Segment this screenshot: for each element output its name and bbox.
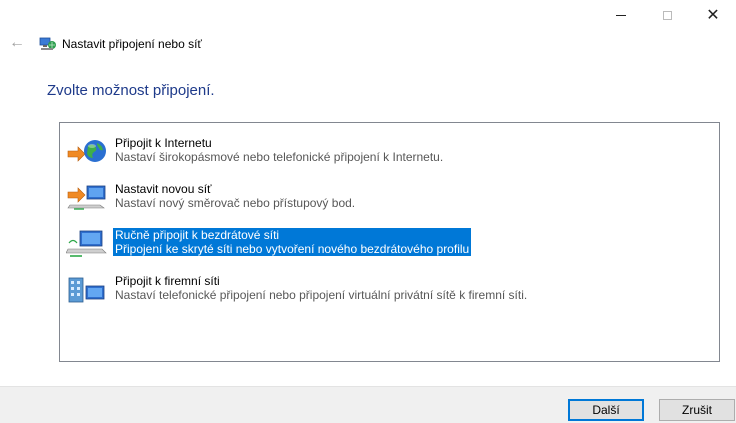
maximize-button[interactable] <box>644 0 690 30</box>
minimize-button[interactable] <box>598 0 644 30</box>
router-setup-icon <box>67 185 106 210</box>
back-arrow-icon: ← <box>9 34 25 51</box>
network-setup-icon <box>39 37 56 50</box>
globe-connection-icon <box>67 140 106 162</box>
window-title: Nastavit připojení nebo síť <box>62 37 202 51</box>
option-title: Ručně připojit k bezdrátové síti <box>115 228 280 242</box>
footer-bar: Další Zrušit <box>0 386 736 423</box>
option-description: Nastaví nový směrovač nebo přístupový bo… <box>115 196 356 210</box>
option-description: Nastaví širokopásmové nebo telefonické p… <box>115 150 444 164</box>
option-title: Nastavit novou síť <box>115 182 212 196</box>
navigation-bar: ← Nastavit připojení nebo síť <box>0 30 736 58</box>
option-title: Připojit k Internetu <box>115 136 212 150</box>
option-text: Ručně připojit k bezdrátové síti Připoje… <box>113 228 472 256</box>
next-button[interactable]: Další <box>568 399 644 421</box>
back-button[interactable]: ← <box>6 32 28 54</box>
option-text: Připojit k firemní síti Nastaví telefoni… <box>113 274 529 302</box>
option-text: Připojit k Internetu Nastaví širokopásmo… <box>113 136 445 164</box>
connection-options-list[interactable]: Připojit k Internetu Nastaví širokopásmo… <box>59 122 720 362</box>
option-manual-wireless[interactable]: Ručně připojit k bezdrátové síti Připoje… <box>64 227 714 261</box>
title-bar: ✕ <box>0 0 736 30</box>
option-description: Nastaví telefonické připojení nebo připo… <box>115 288 528 302</box>
maximize-icon <box>662 10 672 20</box>
close-icon: ✕ <box>706 7 720 24</box>
option-text: Nastavit novou síť Nastaví nový směrovač… <box>113 182 357 210</box>
minimize-icon <box>616 14 626 16</box>
option-setup-new-network[interactable]: Nastavit novou síť Nastaví nový směrovač… <box>64 181 714 215</box>
option-description: Připojení ke skryté síti nebo vytvoření … <box>115 242 470 256</box>
option-connect-internet[interactable]: Připojit k Internetu Nastaví širokopásmo… <box>64 135 714 169</box>
option-title: Připojit k firemní síti <box>115 274 220 288</box>
option-connect-workplace[interactable]: Připojit k firemní síti Nastaví telefoni… <box>64 273 714 307</box>
cancel-button[interactable]: Zrušit <box>659 399 735 421</box>
page-heading: Zvolte možnost připojení. <box>47 82 215 99</box>
close-button[interactable]: ✕ <box>690 0 736 30</box>
wireless-network-icon <box>66 230 107 257</box>
workplace-network-icon <box>68 277 105 303</box>
